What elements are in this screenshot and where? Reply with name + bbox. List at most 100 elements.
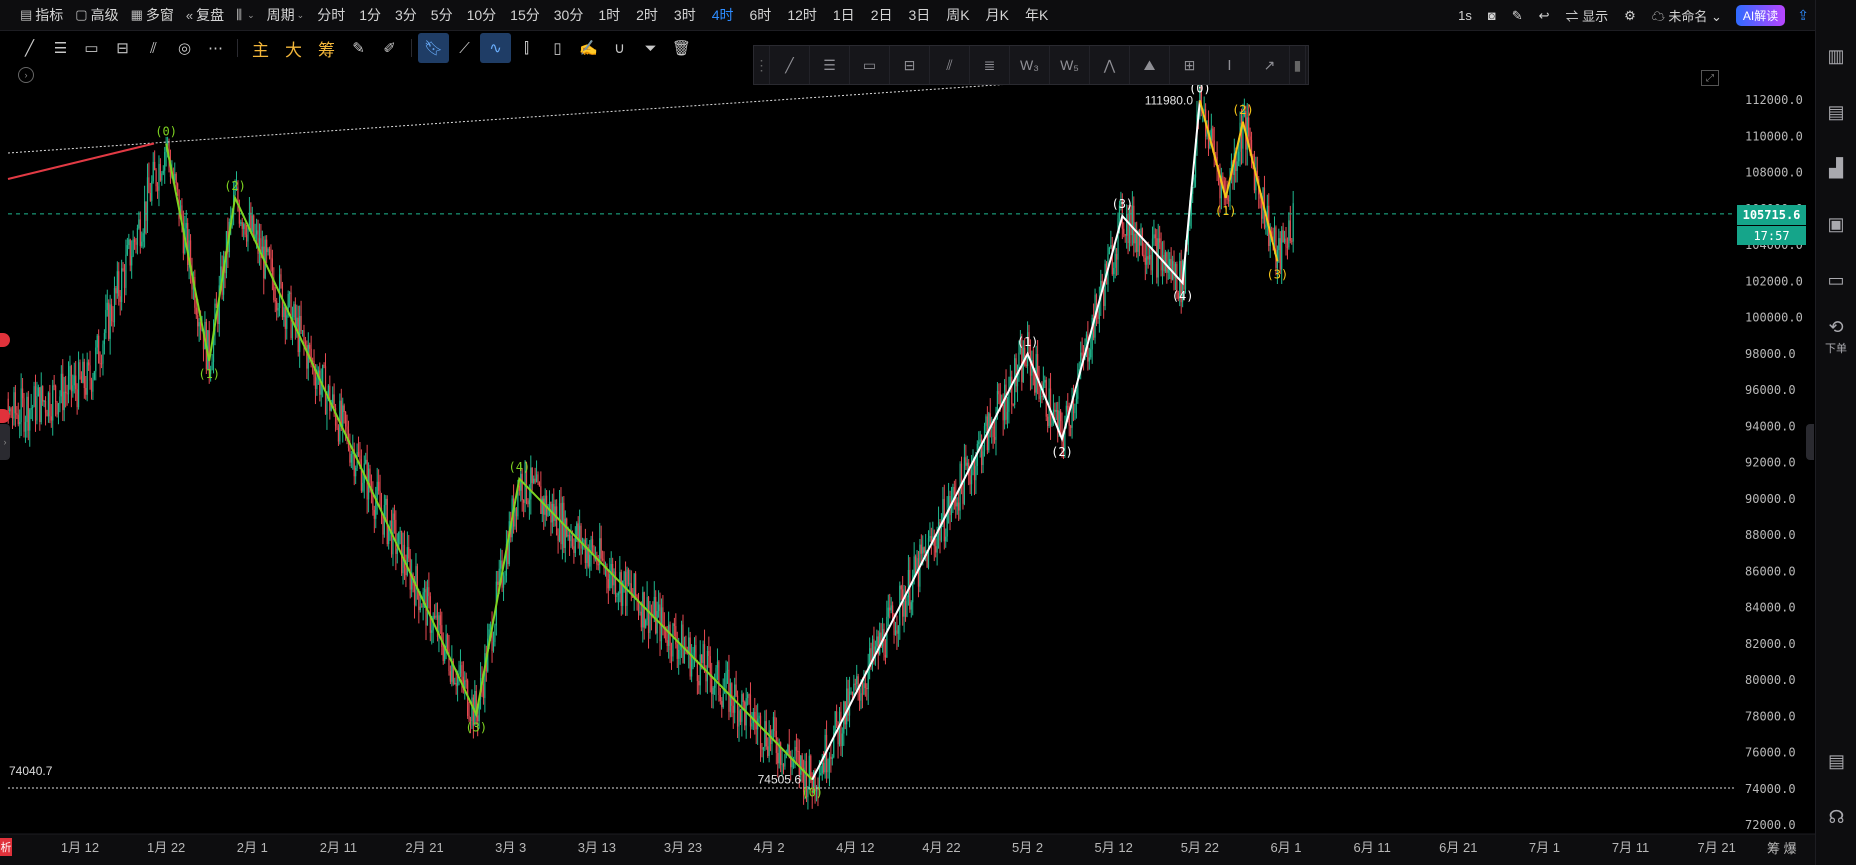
menu-2[interactable]: ▦ 多窗 (125, 0, 180, 31)
monitor-icon[interactable]: ▣ (1816, 196, 1856, 252)
left-panel-handle[interactable]: › (0, 424, 10, 460)
ai-analysis-button[interactable]: AI解读 (1735, 5, 1786, 26)
wave-5-icon[interactable]: W₅ (1050, 46, 1090, 84)
elliott-wave-drawings[interactable]: (0)(1)(2)(3)(4)(0)(1)(2)(3)(4)(0)(1)(2)(… (155, 81, 1288, 799)
candle-body (784, 753, 786, 767)
bookmark-icon[interactable]: 🔖︎ (418, 33, 449, 63)
candle-body (136, 228, 139, 245)
period-7[interactable]: 1时 (590, 0, 628, 31)
support-icon[interactable]: ☊ (1816, 789, 1856, 845)
reset-view-icon[interactable]: › (18, 67, 34, 83)
panel-icon[interactable]: ▤ (1816, 733, 1856, 789)
measure-tool-icon[interactable]: ⊟ (107, 33, 138, 63)
arrow-tool-icon[interactable]: ↗ (1250, 46, 1290, 84)
trash-icon[interactable]: 🗑︎ (666, 33, 697, 63)
channel-icon[interactable]: ⫽ (930, 46, 970, 84)
fullscreen-icon[interactable]: ⤢ (1701, 70, 1719, 86)
collapse-handle-icon[interactable]: ▮ (1290, 46, 1306, 84)
period-12[interactable]: 12时 (779, 0, 825, 31)
candle-body (639, 611, 641, 613)
wave-label: (2) (1232, 103, 1254, 117)
period-18[interactable]: 年K (1017, 0, 1056, 31)
order-button[interactable]: ⟲ 下单 (1816, 308, 1856, 364)
parallel-channel-icon[interactable]: ⫽ (138, 33, 169, 63)
period-11[interactable]: 6时 (742, 0, 780, 31)
edit-icon[interactable]: ✎ (343, 33, 374, 63)
candle-compare-icon[interactable]: ⫿ (511, 33, 542, 63)
line-tool-icon[interactable]: ╱ (14, 33, 45, 63)
wave-line-0[interactable] (165, 143, 813, 781)
refresh-rate[interactable]: 1s (1450, 0, 1480, 31)
share-icon[interactable]: ⇪ (1791, 0, 1815, 31)
period-10[interactable]: 4时 (704, 0, 742, 31)
cards-icon[interactable]: ▭ (1816, 252, 1856, 308)
candle-body (728, 669, 730, 712)
fib-levels-icon[interactable]: ≣ (970, 46, 1010, 84)
price-chart[interactable]: (0)(1)(2)(3)(4)(0)(1)(2)(3)(4)(0)(1)(2)(… (0, 0, 1815, 865)
settings-icon[interactable]: ⚙ (1616, 0, 1644, 31)
filter-icon[interactable]: ⏷ (635, 33, 666, 63)
period-15[interactable]: 3日 (900, 0, 938, 31)
wave-draw-icon[interactable]: ∿ (480, 33, 511, 63)
period-3[interactable]: 5分 (424, 0, 460, 31)
trend-line-icon[interactable]: ╱ (770, 46, 810, 84)
pencil-icon[interactable]: ✎ (1504, 0, 1531, 31)
rectangle-tool-icon[interactable]: ▭ (76, 33, 107, 63)
more-tools-icon[interactable]: ⋯ (200, 33, 231, 63)
drag-handle-icon[interactable]: ⋮ (754, 46, 770, 84)
right-panel-handle[interactable] (1806, 424, 1814, 460)
menu-3[interactable]: «复盘 (180, 0, 230, 31)
document-icon[interactable]: ▤ (1816, 84, 1856, 140)
candle-body (534, 478, 536, 483)
layout-icon[interactable]: ▥ (1816, 28, 1856, 84)
period-13[interactable]: 1日 (825, 0, 863, 31)
period-2[interactable]: 3分 (388, 0, 424, 31)
period-0[interactable]: 分时 (310, 0, 352, 31)
wave-3-icon[interactable]: W₃ (1010, 46, 1050, 84)
horizontal-line-icon[interactable]: ☰ (810, 46, 850, 84)
main-chart-button[interactable]: 主 (244, 33, 277, 63)
candle-body (777, 752, 779, 764)
period-5[interactable]: 15分 (503, 0, 547, 31)
menu-5[interactable]: 周期 ⌄ (261, 0, 311, 31)
bottom-right-controls[interactable]: 筹 爆 (1767, 838, 1797, 857)
menu-1[interactable]: ▢ 高级 (69, 0, 124, 31)
chip-distribution-button[interactable]: 筹 (310, 33, 343, 63)
clipboard-icon[interactable]: ▯ (542, 33, 573, 63)
wave-line-1[interactable] (811, 100, 1201, 781)
price-range-icon[interactable]: ⊟ (890, 46, 930, 84)
candle-body (1161, 255, 1164, 271)
camera-icon[interactable]: ◙ (1480, 0, 1504, 31)
candle-body (854, 683, 856, 685)
candle-body (85, 388, 87, 395)
period-6[interactable]: 30分 (547, 0, 591, 31)
big-order-button[interactable]: 大 (277, 33, 310, 63)
order-icon: ⟲ (1828, 316, 1844, 337)
chart-type-button[interactable]: ⫼ ⌄ (230, 0, 261, 31)
reply-icon[interactable]: ↩ (1531, 0, 1558, 31)
analysis-tag[interactable]: 析 (0, 838, 12, 856)
display-button[interactable]: ⇌ 显示 (1558, 0, 1617, 31)
horizontal-lines-icon[interactable]: ☰ (45, 33, 76, 63)
pen-settings-icon[interactable]: ✐ (374, 33, 405, 63)
menu-0[interactable]: ▤ 指标 (14, 0, 69, 31)
fib-circle-icon[interactable]: ◎ (169, 33, 200, 63)
rectangle-icon[interactable]: ▭ (850, 46, 890, 84)
period-16[interactable]: 周K (938, 0, 977, 31)
save-layout[interactable]: ☁ 未命名 ⌄ (1644, 0, 1730, 31)
period-17[interactable]: 月K (978, 0, 1017, 31)
period-14[interactable]: 2日 (863, 0, 901, 31)
image-icon[interactable]: ⛰ (1130, 46, 1170, 84)
period-1[interactable]: 1分 (352, 0, 388, 31)
bar-chart-icon[interactable]: ▟ (1816, 140, 1856, 196)
add-box-icon[interactable]: ⊞ (1170, 46, 1210, 84)
text-icon[interactable]: Ⅰ (1210, 46, 1250, 84)
candle-body (378, 481, 380, 491)
period-8[interactable]: 2时 (628, 0, 666, 31)
note-icon[interactable]: ✍ (573, 33, 604, 63)
ruler-icon[interactable]: ⟋ (449, 33, 480, 63)
magnet-icon[interactable]: ∪ (604, 33, 635, 63)
period-9[interactable]: 3时 (666, 0, 704, 31)
period-4[interactable]: 10分 (460, 0, 504, 31)
pattern-icon[interactable]: ⋀ (1090, 46, 1130, 84)
